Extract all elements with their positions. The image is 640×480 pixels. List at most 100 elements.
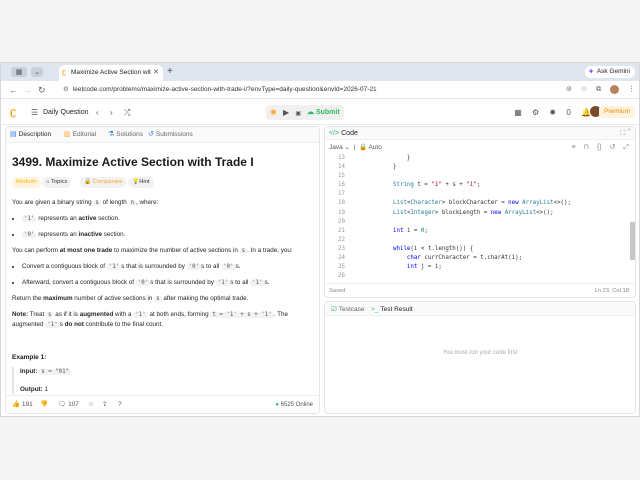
line-number: 20	[338, 218, 345, 225]
intro-paragraph: You are given a binary string s of lengt…	[12, 199, 159, 206]
fire-icon[interactable]: ✹	[549, 108, 556, 117]
close-tab-icon[interactable]: ✕	[153, 65, 159, 81]
format-icon[interactable]: ≡	[571, 144, 575, 151]
notes-icon[interactable]: ▣	[295, 111, 301, 117]
bookmark-icon[interactable]: ⊓	[584, 144, 589, 151]
tab-solutions[interactable]: ⚗ Solutions	[108, 130, 143, 140]
premium-button[interactable]: Premium	[598, 106, 635, 118]
code-line[interactable]: 17	[325, 190, 631, 199]
tab-groups-button[interactable]: ▦	[11, 67, 27, 77]
settings-icon[interactable]: ⚙	[532, 108, 539, 117]
browser-tab-active[interactable]: ʗ Maximize Active Section wit ✕	[59, 65, 163, 81]
line-number: 22	[338, 236, 345, 243]
bookmark-star-icon[interactable]: ☆	[581, 86, 587, 93]
code-line[interactable]: 14 }	[325, 163, 631, 172]
tab-description-label: Description	[18, 131, 52, 138]
code-line[interactable]: 25 int j = i;	[325, 263, 631, 272]
maximize-icon[interactable]: ⛶	[620, 130, 625, 137]
extensions-icon[interactable]: ⧉	[596, 86, 601, 93]
line-number: 18	[338, 200, 345, 207]
line-source: int i = 0;	[392, 227, 428, 234]
reload-icon[interactable]: ↻	[38, 84, 46, 96]
leetcode-logo-icon[interactable]: ʗ	[10, 106, 16, 118]
code-line[interactable]: 20	[325, 218, 631, 227]
example-box: Input: s = "01" Output: 1	[12, 367, 313, 394]
back-icon[interactable]: ←	[9, 84, 18, 96]
code-line[interactable]: 15	[325, 172, 631, 181]
topics-badge[interactable]: ⌂ Topics	[42, 177, 72, 188]
history-icon: ↺	[148, 131, 154, 138]
site-info-icon[interactable]: ⚙	[63, 86, 69, 93]
code-editor[interactable]: 13 } 14 } 15 16 String t = "1" + s + "1"; 17…	[325, 154, 631, 279]
line-source: }	[379, 164, 397, 171]
submit-label: Submit	[315, 109, 340, 116]
code-line[interactable]: 22	[325, 236, 631, 245]
fullscreen-icon[interactable]: ⤢	[623, 144, 629, 151]
hint-badge[interactable]: 💡Hint	[128, 177, 154, 188]
trade-paragraph: You can perform at most one trade to max…	[12, 247, 293, 254]
code-line[interactable]: 13 }	[325, 154, 631, 163]
prev-problem-icon[interactable]: ‹	[96, 107, 99, 118]
language-selector[interactable]: Java ⌄ | 🔒 Auto	[329, 143, 382, 152]
cursor-position: Ln 23, Col 18	[594, 288, 629, 294]
example-input: Input: s = "01"	[20, 368, 72, 375]
ask-gemini-button[interactable]: ✦ Ask Gemini	[584, 66, 635, 78]
submit-button[interactable]: ☁ Submit	[303, 105, 344, 120]
tab-test-result[interactable]: >_ Test Result	[371, 305, 413, 314]
share-icon[interactable]: ⇪	[102, 400, 107, 410]
code-line[interactable]: 24 char currCharacter = t.charAt(i);	[325, 254, 631, 263]
new-tab-button[interactable]: +	[167, 65, 173, 79]
lock-icon: 🔒	[84, 179, 93, 185]
reset-icon[interactable]: ↺	[610, 144, 616, 151]
daily-question-link[interactable]: Daily Question	[43, 107, 89, 118]
code-line[interactable]: 19 List<Integer> blockLength = new Array…	[325, 209, 631, 218]
shuffle-icon[interactable]: ⤮	[124, 107, 130, 118]
favorite-star-icon[interactable]: ☆	[88, 400, 94, 410]
test-panel: ☑ Testcase >_ Test Result You must run you…	[324, 301, 636, 414]
editor-scrollbar[interactable]	[630, 222, 635, 260]
list-item: Convert a contiguous block of '1's that …	[22, 262, 313, 272]
test-result-label: Test Result	[380, 306, 413, 313]
tab-description[interactable]: ▤ Description	[10, 130, 51, 140]
problem-title[interactable]: 3499. Maximize Active Section with Trade…	[12, 155, 313, 169]
tab-submissions[interactable]: ↺ Submissions	[148, 130, 193, 140]
tab-editorial[interactable]: ▥ Editorial	[64, 130, 96, 140]
tab-search-icon[interactable]: ⌄	[31, 67, 43, 77]
tab-testcase[interactable]: ☑ Testcase	[331, 305, 364, 314]
online-dot-icon: ●	[275, 402, 279, 408]
profile-avatar[interactable]	[610, 84, 620, 94]
debug-icon[interactable]: ✱	[270, 108, 277, 117]
code-line[interactable]: 16 String t = "1" + s + "1";	[325, 181, 631, 190]
comments-button[interactable]: 🗨 107	[58, 400, 79, 410]
address-bar-actions: ⊘ ☆ ⧉ ⋮	[559, 84, 635, 96]
line-number: 16	[338, 182, 345, 189]
menu-dots-icon[interactable]: ⋮	[628, 86, 635, 93]
comment-count: 107	[68, 401, 79, 408]
list-item: '0' represents an inactive section.	[22, 230, 313, 240]
companies-badge[interactable]: 🔒 Companies	[80, 177, 127, 188]
return-paragraph: Return the maximum number of active sect…	[12, 295, 249, 302]
code-line[interactable]: 26	[325, 272, 631, 281]
address-bar-row: ← → ↻ ⚙ leetcode.com/problems/maximize-ac…	[1, 81, 639, 99]
code-line[interactable]: 18 List<Character> blockCharacter = new …	[325, 199, 631, 208]
code-line[interactable]: 21 int i = 0;	[325, 227, 631, 236]
code-line[interactable]: 23 while(i < t.length()) {	[325, 245, 631, 254]
eye-off-icon[interactable]: ⊘	[566, 86, 572, 93]
document-icon: ▤	[10, 131, 17, 138]
collapse-icon[interactable]: ⌃	[627, 130, 631, 137]
help-icon[interactable]: ?	[118, 400, 122, 410]
problem-list-icon[interactable]: ☰	[31, 107, 38, 118]
url-field[interactable]: ⚙ leetcode.com/problems/maximize-active-s…	[63, 84, 377, 96]
description-panel: ▤ Description ▥ Editorial ⚗ Solutions ↺ Subm…	[5, 126, 320, 414]
braces-icon[interactable]: {}	[597, 144, 602, 151]
next-problem-icon[interactable]: ›	[110, 107, 113, 118]
forward-icon[interactable]: →	[23, 84, 32, 96]
tab-submissions-label: Submissions	[155, 131, 193, 138]
layout-icon[interactable]: ▦	[514, 108, 522, 117]
streak-count: 0	[566, 108, 571, 117]
line-number: 25	[338, 264, 345, 271]
cloud-upload-icon: ☁	[307, 109, 314, 116]
thumbs-down-icon[interactable]: 👎	[40, 400, 48, 410]
like-button[interactable]: 👍 191	[12, 400, 33, 410]
run-button[interactable]: ▶	[283, 108, 289, 117]
